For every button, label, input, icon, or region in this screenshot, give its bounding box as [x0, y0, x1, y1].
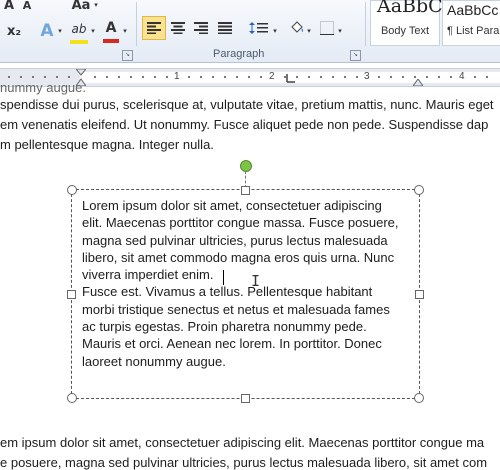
chevron-down-icon[interactable]: ▾: [92, 0, 100, 16]
text-box-line: morbi tristique senectus et netus et mal…: [82, 301, 390, 317]
document-line: e posuere, magna sed pulvinar ultricies,…: [0, 455, 488, 470]
text-highlight-button[interactable]: ab: [70, 18, 88, 44]
align-right-icon: [194, 22, 208, 34]
text-box-line: magna sed pulvinar ultricies, purus lect…: [82, 232, 388, 248]
text-caret: [223, 270, 224, 285]
grow-font-button[interactable]: A: [2, 0, 16, 16]
style-body-text[interactable]: AaBbCc Body Text: [370, 0, 453, 46]
text-box[interactable]: Lorem ipsum dolor sit amet, consectetuer…: [71, 189, 420, 399]
paragraph-group-label: Paragraph: [213, 48, 265, 60]
font-color-label: A: [105, 20, 117, 36]
align-center-button[interactable]: [167, 17, 189, 39]
line-spacing-button[interactable]: [246, 17, 272, 39]
style-list-paragraph[interactable]: AaBbCc ¶ List Para...: [442, 0, 500, 46]
subscript-button[interactable]: x₂: [4, 20, 24, 42]
font-dialog-launcher-icon[interactable]: ↘: [122, 50, 133, 61]
borders-button[interactable]: [318, 17, 336, 39]
chevron-down-icon[interactable]: ▾: [56, 20, 64, 42]
justify-icon: [218, 22, 232, 34]
change-case-button[interactable]: Aa: [70, 0, 92, 16]
align-left-button[interactable]: [142, 16, 166, 40]
paragraph-dialog-launcher-icon[interactable]: ↘: [350, 50, 361, 61]
align-right-button[interactable]: [190, 17, 212, 39]
document-line: m pellentesque magna. Integer nulla.: [0, 137, 214, 152]
document-line: nummy augue.: [0, 80, 86, 95]
chevron-down-icon[interactable]: ▾: [121, 20, 129, 42]
resize-handle-right[interactable]: [415, 290, 424, 299]
document-line: em venenatis eleifend. Ut nonummy. Fusce…: [0, 117, 489, 132]
ibeam-cursor-icon: I: [251, 272, 261, 290]
rotation-handle[interactable]: [240, 160, 252, 172]
text-box-line: libero, sit amet commodo magna eros quis…: [82, 249, 395, 265]
text-box-content[interactable]: Lorem ipsum dolor sit amet, consectetuer…: [82, 197, 412, 370]
style-name: ¶ List Para...: [447, 25, 500, 37]
text-box-line: Fusce est. Vivamus a tellus. Pellentesqu…: [82, 284, 373, 300]
chevron-down-icon[interactable]: ▾: [271, 20, 279, 42]
group-separator: [365, 2, 366, 46]
align-center-icon: [171, 22, 185, 34]
resize-handle-bottom[interactable]: [241, 394, 250, 403]
font-color-button[interactable]: A: [103, 17, 119, 43]
group-separator: [136, 2, 137, 46]
style-sample: AaBbCc: [447, 2, 499, 18]
text-box-line: laoreet nonummy augue.: [82, 353, 226, 369]
line-spacing-icon: [249, 22, 268, 34]
chevron-down-icon[interactable]: ▾: [305, 20, 313, 42]
text-box-line: Mauris et orci. Aenean nec lorem. In por…: [82, 336, 382, 352]
resize-handle-top-left[interactable]: [67, 185, 77, 195]
text-box-line: ac turpis egestas. Proin pharetra nonumm…: [82, 319, 367, 335]
chevron-down-icon[interactable]: ▾: [336, 20, 344, 42]
resize-handle-bottom-left[interactable]: [67, 393, 77, 403]
text-box-line: viverra imperdiet enim.: [82, 267, 214, 283]
document-line: spendisse dui purus, scelerisque at, vul…: [0, 97, 494, 112]
resize-handle-top[interactable]: [241, 186, 250, 195]
text-box-line: elit. Maecenas porttitor congue massa. F…: [82, 215, 399, 231]
resize-handle-left[interactable]: [67, 290, 76, 299]
highlight-label: ab: [71, 22, 87, 36]
chevron-down-icon[interactable]: ▾: [89, 20, 97, 42]
ribbon: A A Aa ▾ x₂ A ▾ ab ▾ A ▾ ↘ ▾ ▾ ▾ Paragra…: [0, 0, 500, 63]
resize-handle-bottom-right[interactable]: [414, 393, 424, 403]
shading-button[interactable]: [287, 17, 307, 39]
borders-icon: [320, 21, 334, 35]
resize-handle-top-right[interactable]: [414, 185, 424, 195]
justify-button[interactable]: [214, 17, 236, 39]
shrink-font-button[interactable]: A: [20, 0, 34, 16]
align-left-icon: [147, 22, 161, 34]
text-box-line: Lorem ipsum dolor sit amet, consectetuer…: [82, 198, 382, 213]
style-name: Body Text: [380, 25, 430, 37]
document-line: em ipsum dolor sit amet, consectetuer ad…: [0, 435, 485, 450]
text-effects-button[interactable]: A: [38, 20, 56, 42]
paint-bucket-icon: [291, 21, 304, 33]
